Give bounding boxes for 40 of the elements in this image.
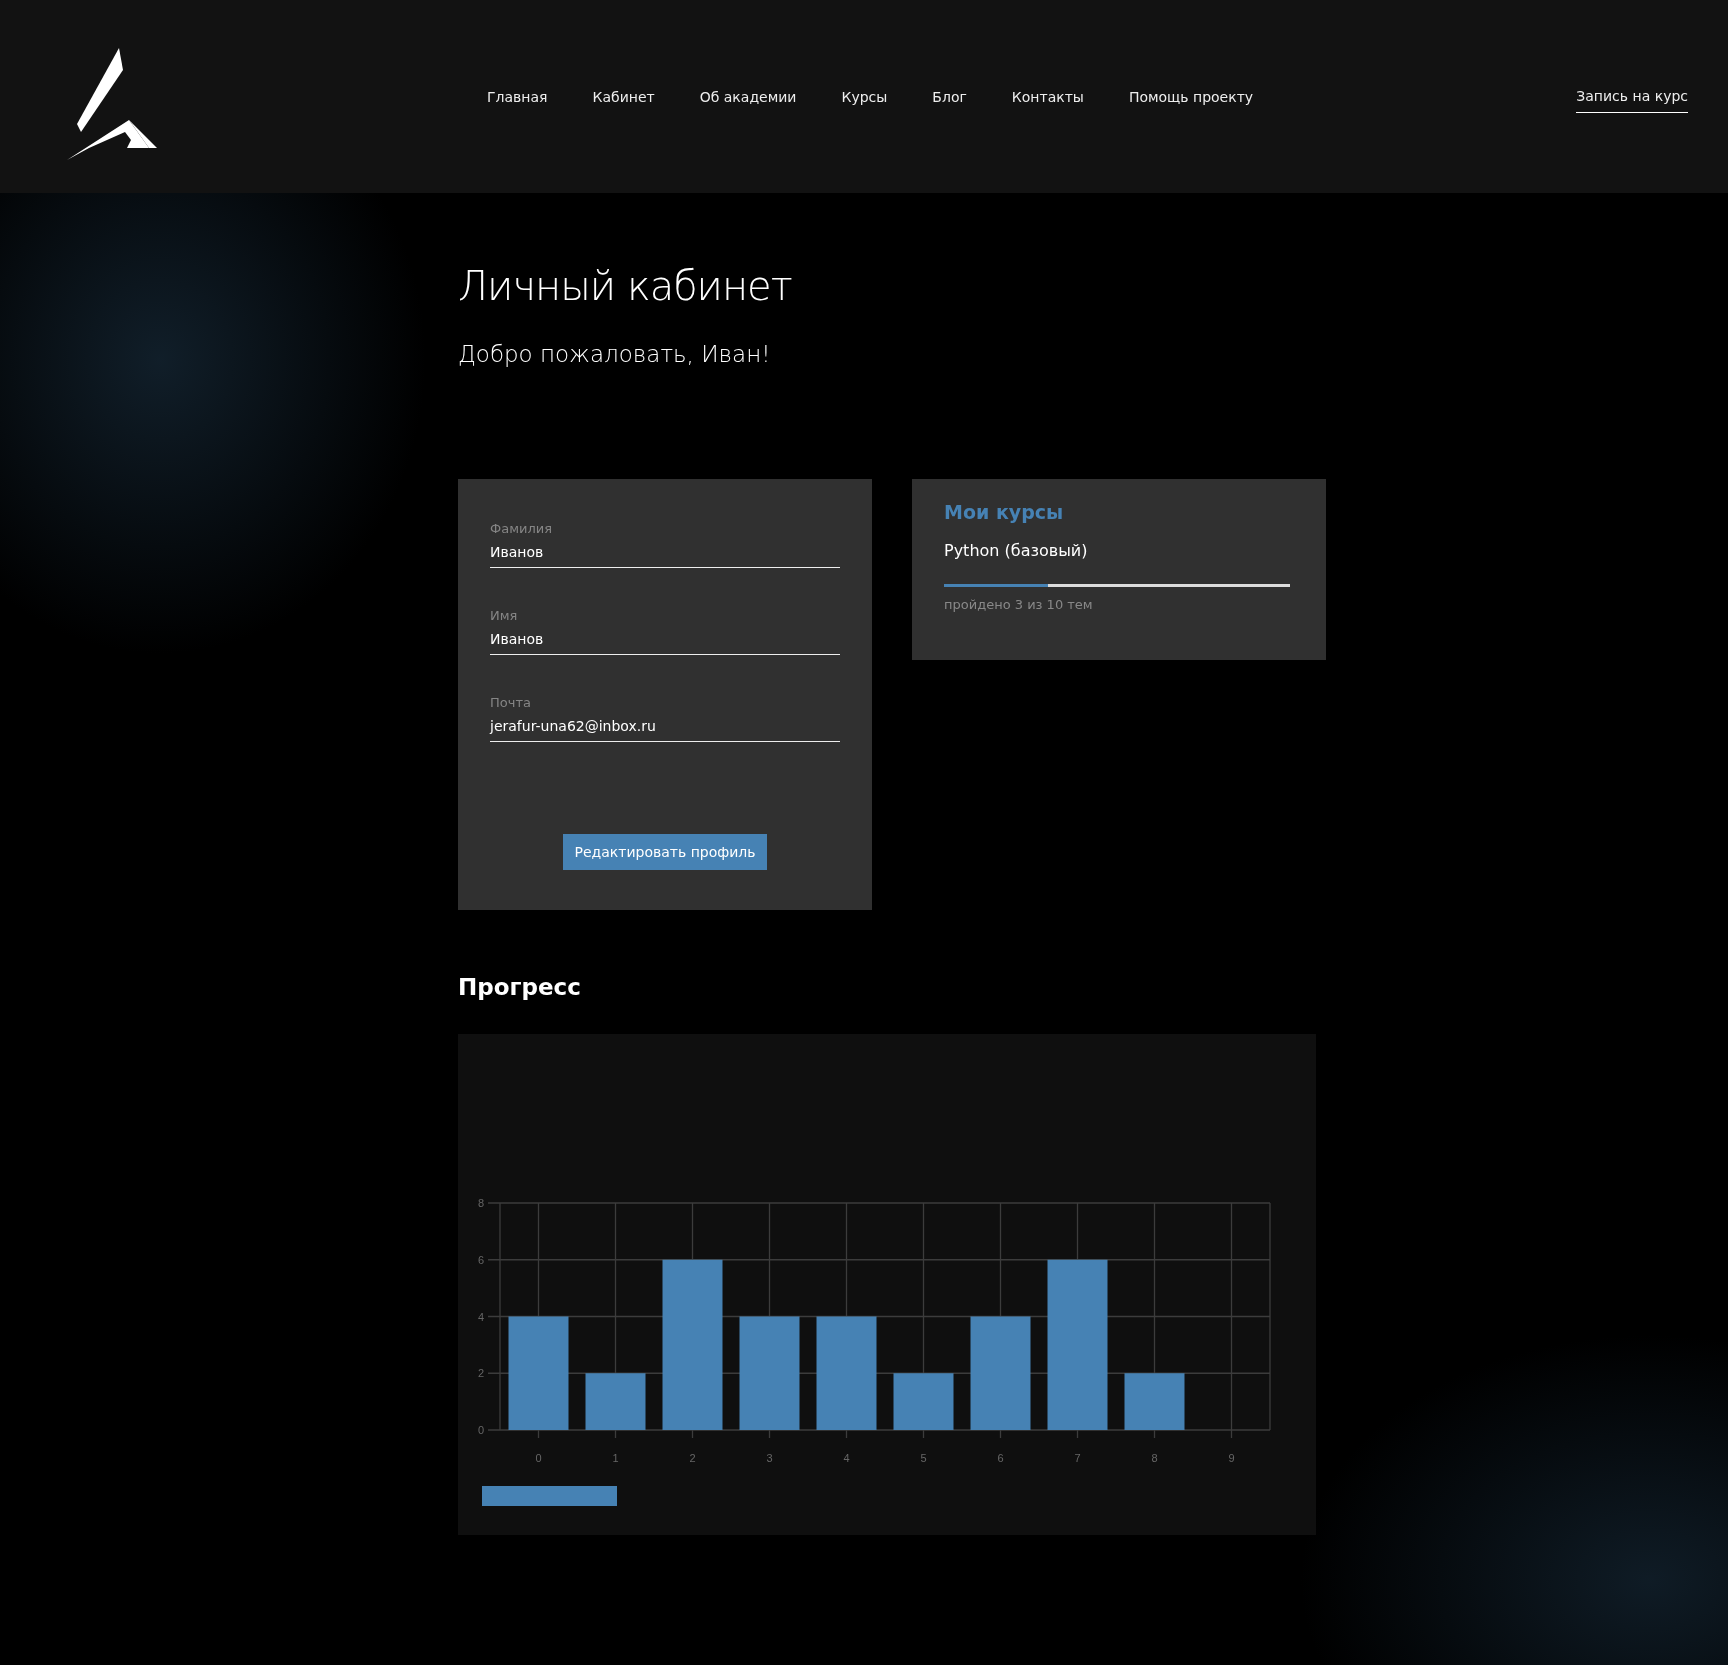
nav-link[interactable]: Курсы (841, 88, 888, 105)
nav-link[interactable]: Об академии (699, 88, 797, 105)
page-title: Личный кабинет (458, 263, 793, 309)
chart-bar (1124, 1373, 1185, 1430)
progress-caption: пройдено 3 из 10 тем (944, 597, 1094, 612)
nav-link[interactable]: Главная (487, 88, 548, 105)
x-tick-label: 5 (920, 1452, 927, 1464)
nav-link[interactable]: Помощь проекту (1128, 88, 1254, 105)
chart-bar (585, 1373, 646, 1430)
progress-title: Прогресс (458, 974, 582, 1000)
nav-link[interactable]: Контакты (1011, 88, 1084, 105)
courses-title: Мои курсы (944, 501, 1065, 523)
x-tick-label: 2 (689, 1452, 696, 1464)
nav-link[interactable]: Кабинет (592, 88, 655, 105)
y-tick-label: 8 (477, 1197, 484, 1209)
chart-bar (893, 1373, 954, 1430)
field-label: Почта (490, 695, 532, 710)
y-tick-label: 6 (477, 1253, 484, 1266)
field-label: Имя (490, 608, 519, 623)
x-tick-label: 9 (1228, 1452, 1235, 1464)
input-field[interactable]: Иванов (490, 623, 840, 655)
x-tick-label: 6 (997, 1452, 1004, 1464)
course-name: Python (базовый) (944, 541, 1089, 560)
signup-link[interactable]: Запись на курс (1576, 88, 1688, 113)
input-field[interactable]: Иванов (490, 536, 840, 568)
logo-icon[interactable] (67, 47, 157, 160)
field-label: Фамилия (490, 521, 553, 536)
nav-link[interactable]: Блог (932, 88, 967, 105)
x-tick-label: 0 (535, 1452, 542, 1464)
x-tick-label: 1 (612, 1452, 619, 1464)
x-tick-label: 7 (1074, 1452, 1081, 1464)
x-tick-label: 3 (766, 1452, 773, 1464)
input-field[interactable]: jerafur-una62@inbox.ru (490, 710, 840, 742)
x-tick-label: 8 (1151, 1452, 1158, 1464)
greeting-text: Добро пожаловать, Иван! (458, 341, 772, 367)
x-tick-label: 4 (843, 1452, 850, 1464)
edit-profile-button[interactable]: Редактировать профиль (563, 834, 767, 870)
y-tick-label: 4 (477, 1310, 484, 1323)
y-tick-label: 2 (477, 1367, 484, 1380)
y-tick-label: 0 (477, 1424, 484, 1436)
